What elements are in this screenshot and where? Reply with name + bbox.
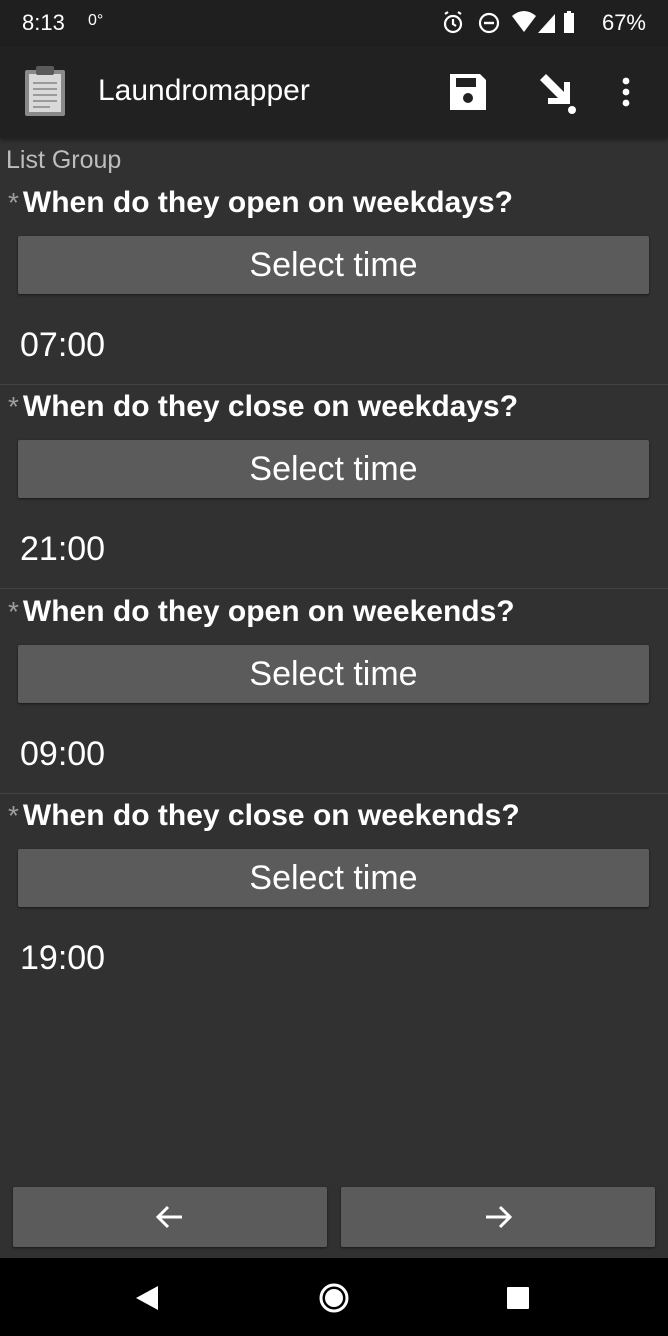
wifi-icon xyxy=(512,11,536,32)
question-close-weekends: * When do they close on weekends? Select … xyxy=(0,793,668,997)
time-value: 21:00 xyxy=(20,530,106,568)
select-time-button[interactable]: Select time xyxy=(18,645,649,703)
select-time-button[interactable]: Select time xyxy=(18,849,649,907)
required-marker: * xyxy=(8,800,19,831)
arrow-right-icon xyxy=(486,1205,513,1229)
required-marker: * xyxy=(8,391,19,422)
arrow-left-icon xyxy=(155,1205,182,1229)
required-marker: * xyxy=(8,187,19,218)
more-vert-icon xyxy=(622,77,630,107)
save-icon xyxy=(450,74,486,110)
system-navigation-bar xyxy=(0,1258,668,1336)
app-title: Laundromapper xyxy=(98,74,310,107)
status-bar: 8:13 0° 67% xyxy=(0,0,668,46)
clipboard-icon xyxy=(25,66,65,116)
group-label: List Group xyxy=(6,146,122,174)
do-not-disturb-icon xyxy=(478,12,500,34)
question-label: When do they close on weekdays? xyxy=(22,390,519,423)
back-icon[interactable] xyxy=(128,1278,168,1318)
question-open-weekdays: * When do they open on weekdays? Select t… xyxy=(0,180,668,385)
more-options-button[interactable] xyxy=(606,66,646,118)
question-label: When do they close on weekends? xyxy=(22,799,520,832)
battery-icon xyxy=(564,11,574,33)
save-button[interactable] xyxy=(442,66,494,118)
question-close-weekdays: * When do they close on weekdays? Select … xyxy=(0,384,668,589)
time-value: 19:00 xyxy=(20,939,106,977)
question-label: When do they open on weekdays? xyxy=(22,186,513,219)
recents-icon[interactable] xyxy=(498,1278,538,1318)
home-icon[interactable] xyxy=(314,1278,354,1318)
jump-button[interactable] xyxy=(530,66,582,118)
select-time-button[interactable]: Select time xyxy=(18,236,649,294)
time-value: 09:00 xyxy=(20,735,106,773)
question-open-weekends: * When do they open on weekends? Select t… xyxy=(0,589,668,794)
time-value: 07:00 xyxy=(20,326,106,364)
required-marker: * xyxy=(8,596,19,627)
jump-icon xyxy=(540,74,576,114)
select-time-button[interactable]: Select time xyxy=(18,440,649,498)
alarm-icon xyxy=(443,11,463,34)
question-label: When do they open on weekends? xyxy=(22,595,515,628)
status-time: 8:13 xyxy=(22,10,65,35)
app-bar: Laundromapper xyxy=(0,46,668,138)
signal-icon xyxy=(538,14,555,33)
next-button[interactable] xyxy=(341,1187,655,1247)
status-temperature: 0° xyxy=(88,12,104,29)
previous-button[interactable] xyxy=(13,1187,327,1247)
battery-percent: 67% xyxy=(601,10,646,35)
